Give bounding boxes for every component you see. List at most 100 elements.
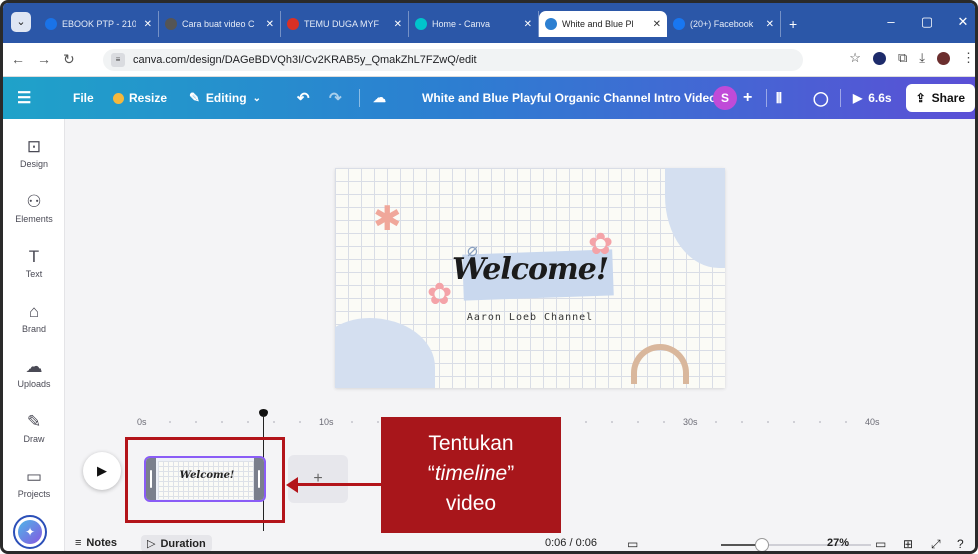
elements-icon: ⚇	[26, 192, 42, 211]
close-window-icon[interactable]: ✕	[945, 11, 975, 33]
timeline-tick-dot	[273, 421, 275, 423]
header-divider	[359, 89, 360, 107]
sidebar-item-projects[interactable]: ▭ Projects	[3, 467, 65, 499]
cloud-saved-icon[interactable]: ☁	[373, 77, 386, 119]
notes-button[interactable]: ≡ Notes	[75, 537, 117, 549]
tab-search-icon[interactable]: ⌄	[11, 12, 31, 32]
tab-close-icon[interactable]: ✕	[653, 19, 661, 30]
timeline-tick-label: 10s	[319, 417, 334, 427]
comment-icon[interactable]: ◯	[813, 77, 829, 119]
browser-tab[interactable]: EBOOK PTP - 210 ✕	[39, 11, 159, 37]
timeline-tick-dot	[351, 421, 353, 423]
welcome-heading[interactable]: Welcome!	[335, 252, 725, 287]
hamburger-menu-icon[interactable]: ☰	[17, 77, 31, 119]
share-label: Share	[931, 91, 965, 105]
insights-chart-icon[interactable]: ⫴	[776, 77, 782, 119]
left-sidebar: ▭ Projects ✎ Draw ☁ Uploads ⌂ Brand T Text ⚇ Elemen…	[3, 119, 65, 551]
bookmark-star-icon[interactable]: ☆	[849, 50, 861, 66]
browser-tab[interactable]: White and Blue Pl ✕	[539, 11, 667, 37]
help-icon[interactable]: ?	[957, 537, 964, 551]
url-field[interactable]: ≡ canva.com/design/DAGeBDVQh3I/Cv2KRAB5y…	[103, 49, 803, 71]
fullscreen-icon[interactable]: ⤢	[931, 537, 941, 551]
maximize-icon[interactable]: ▢	[909, 11, 945, 33]
redo-icon[interactable]: ↷	[329, 77, 342, 119]
timeline-play-button[interactable]: ▶	[83, 452, 121, 490]
sidebar-item-design[interactable]: ⊡ Design	[3, 137, 65, 169]
pencil-icon: ✎	[189, 90, 200, 105]
magic-assistant-button[interactable]: ✦	[13, 515, 47, 549]
browser-tab[interactable]: (20+) Facebook ✕	[667, 11, 781, 37]
annotation-callout: Tentukan “timeline” video	[381, 417, 561, 542]
sidebar-item-label: Brand	[21, 324, 47, 334]
browser-tab-strip: ⌄ EBOOK PTP - 210 ✕ Cara buat video C ✕ TEMU…	[3, 3, 975, 43]
highlight-box	[125, 437, 285, 523]
callout-line-3: video	[445, 492, 497, 515]
tab-close-icon[interactable]: ✕	[266, 19, 274, 30]
design-title[interactable]: White and Blue Playful Organic Channel I…	[422, 77, 716, 119]
sidebar-item-uploads[interactable]: ☁ Uploads	[3, 357, 65, 389]
app-window: ⌄ EBOOK PTP - 210 ✕ Cara buat video C ✕ TEMU…	[0, 0, 978, 554]
reload-icon[interactable]: ↻	[63, 51, 75, 68]
resize-button[interactable]: Resize	[113, 77, 167, 119]
back-icon[interactable]: ←	[11, 51, 25, 67]
duration-label: Duration	[160, 537, 206, 550]
annotation-arrow-head	[286, 477, 298, 493]
projects-icon: ▭	[25, 467, 43, 486]
tab-close-icon[interactable]: ✕	[766, 19, 774, 30]
sidebar-item-brand[interactable]: ⌂ Brand	[3, 302, 65, 334]
timeline-tick-dot	[819, 421, 821, 423]
pages-view-icon[interactable]: ▭	[875, 537, 886, 551]
timeline-tick-label: 30s	[683, 417, 698, 427]
tab-close-icon[interactable]: ✕	[524, 19, 532, 30]
present-play-button[interactable]: ▶ 6.6s	[853, 77, 892, 119]
timeline-tick-dot	[793, 421, 795, 423]
resize-label: Resize	[129, 91, 168, 105]
window-controls: – ▢ ✕	[873, 11, 975, 33]
extensions-puzzle-icon[interactable]: ⧉	[898, 50, 907, 66]
sidebar-item-label: Elements	[15, 214, 53, 224]
text-icon: T	[28, 247, 40, 266]
share-button[interactable]: ⇪ Share	[905, 84, 975, 112]
browser-tab[interactable]: TEMU DUGA MYF ✕	[281, 11, 409, 37]
file-menu[interactable]: File	[73, 77, 94, 119]
profile-avatar[interactable]	[937, 51, 950, 65]
editing-mode-button[interactable]: ✎ Editing ⌄	[189, 77, 261, 119]
browser-tab[interactable]: Cara buat video C ✕	[159, 11, 281, 37]
forward-icon[interactable]: →	[37, 51, 51, 67]
extension-icon[interactable]	[872, 51, 886, 65]
sidebar-item-label: Text	[25, 269, 43, 279]
tab-close-icon[interactable]: ✕	[394, 19, 402, 30]
zoom-slider-knob[interactable]	[754, 538, 769, 551]
fit-screen-icon[interactable]: ▭	[627, 537, 638, 551]
timeline-tick-dot	[767, 421, 769, 423]
tab-favicon-icon	[165, 18, 177, 30]
duration-button[interactable]: ▷ Duration	[141, 535, 212, 551]
grid-view-icon[interactable]: ⊞	[903, 537, 913, 551]
channel-name-text[interactable]: Aaron Loeb Channel	[335, 312, 725, 323]
browser-menu-icon[interactable]: ⋮	[962, 50, 975, 66]
uploads-icon: ☁	[25, 357, 43, 376]
browser-tab[interactable]: Home - Canva ✕	[409, 11, 539, 37]
zoom-level[interactable]: 27%	[827, 537, 849, 549]
add-collaborator-icon[interactable]: +	[743, 77, 752, 119]
download-icon[interactable]: ⤓	[919, 50, 925, 66]
timeline-tick-dot	[195, 421, 197, 423]
minimize-icon[interactable]: –	[873, 11, 909, 33]
tab-close-icon[interactable]: ✕	[144, 19, 152, 30]
tab-favicon-icon	[287, 18, 299, 30]
undo-icon[interactable]: ↶	[297, 77, 310, 119]
design-canvas[interactable]: ✱ ⌀ ✿ ✿ Welcome! Aaron Loeb Channel	[335, 168, 725, 388]
avatar[interactable]: S	[713, 77, 737, 119]
site-info-icon[interactable]: ≡	[111, 53, 125, 67]
sidebar-item-elements[interactable]: ⚇ Elements	[3, 192, 65, 224]
tab-title: TEMU DUGA MYF	[304, 19, 380, 29]
sidebar-item-draw[interactable]: ✎ Draw	[3, 412, 65, 444]
sidebar-item-text[interactable]: T Text	[3, 247, 65, 279]
timeline-tick-dot	[169, 421, 171, 423]
notes-label: Notes	[86, 537, 117, 549]
new-tab-button[interactable]: +	[781, 11, 805, 37]
tab-favicon-icon	[45, 18, 57, 30]
tab-title: (20+) Facebook	[690, 19, 754, 29]
timeline-tick-dot	[247, 421, 249, 423]
asterisk-decoration-icon: ✱	[373, 200, 402, 238]
